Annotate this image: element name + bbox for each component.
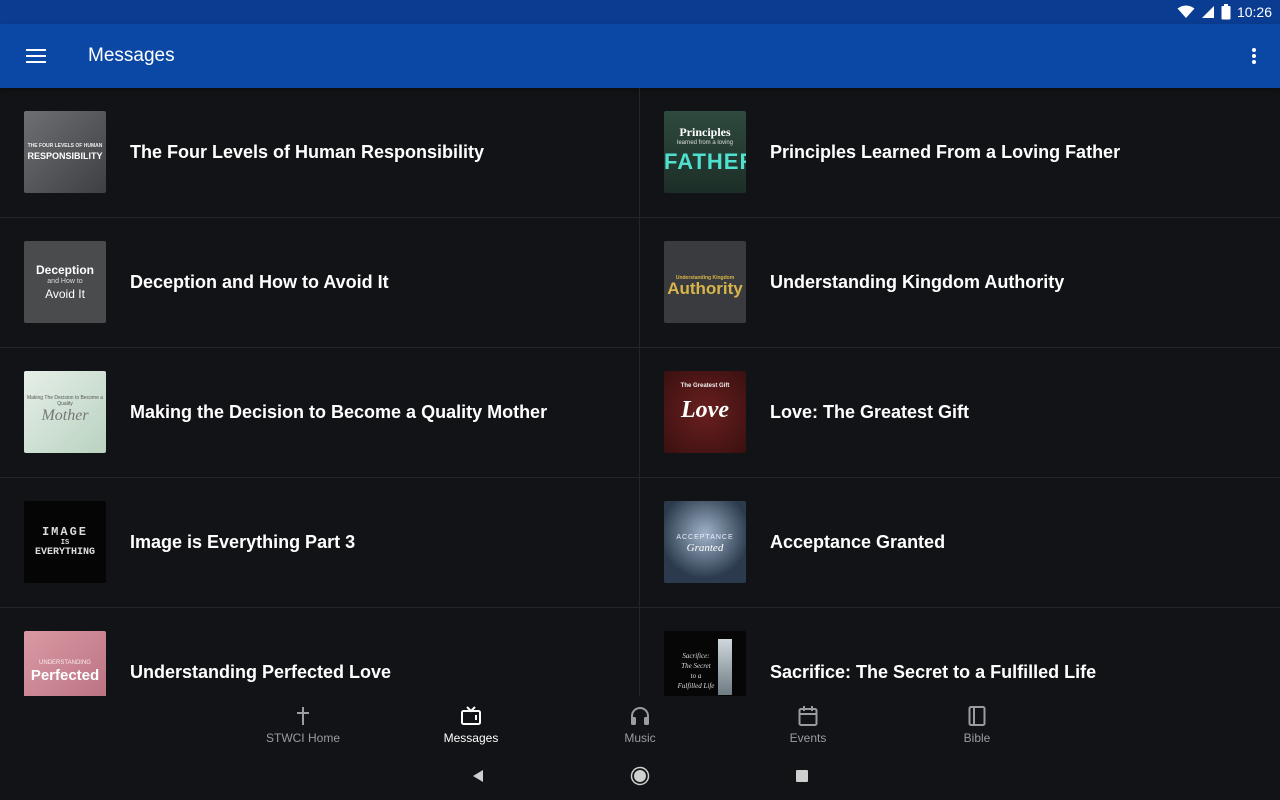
cross-icon bbox=[291, 704, 315, 728]
nav-item-music[interactable]: Music bbox=[575, 696, 705, 752]
message-title: Making the Decision to Become a Quality … bbox=[130, 402, 548, 422]
headphones-icon bbox=[628, 704, 652, 728]
message-title: Deception and How to Avoid It bbox=[130, 272, 389, 292]
nav-item-events[interactable]: Events bbox=[743, 696, 873, 752]
hamburger-menu-icon[interactable] bbox=[16, 36, 56, 76]
messages-list[interactable]: THE FOUR LEVELS OF HUMAN RESPONSIBILITY … bbox=[0, 88, 1280, 696]
message-thumbnail: Deception and How to Avoid It bbox=[24, 241, 106, 323]
message-item[interactable]: IMAGE IS EVERYTHING Image is Everything … bbox=[0, 478, 640, 608]
signal-icon bbox=[1201, 5, 1215, 19]
thumbnail-text: EVERYTHING bbox=[34, 547, 95, 558]
message-thumbnail: Sacrifice: The Secret to a Fulfilled Lif… bbox=[664, 631, 746, 696]
recents-icon[interactable] bbox=[790, 764, 814, 788]
wifi-icon bbox=[1177, 5, 1195, 19]
thumbnail-text: The Greatest Gift bbox=[680, 383, 730, 389]
thumbnail-text: learned from a loving bbox=[676, 140, 734, 146]
message-item[interactable]: THE FOUR LEVELS OF HUMAN RESPONSIBILITY … bbox=[0, 88, 640, 218]
message-thumbnail: ACCEPTANCE Granted bbox=[664, 501, 746, 583]
tv-icon bbox=[459, 704, 483, 728]
message-item[interactable]: UNDERSTANDING Perfected Understanding Pe… bbox=[0, 608, 640, 696]
message-item[interactable]: Understanding Kingdom Authority Understa… bbox=[640, 218, 1280, 348]
thumbnail-text: Love bbox=[681, 397, 729, 423]
thumbnail-text: Making The Decision to Become a Quality bbox=[26, 395, 104, 407]
thumbnail-text: FATHER bbox=[664, 149, 746, 174]
message-title: The Four Levels of Human Responsibility bbox=[130, 142, 485, 162]
thumbnail-text: Deception bbox=[35, 263, 94, 277]
message-title: Acceptance Granted bbox=[770, 532, 946, 552]
thumbnail-text: and How to bbox=[47, 278, 83, 285]
thumbnail-text: Avoid It bbox=[45, 287, 85, 301]
book-icon bbox=[965, 704, 989, 728]
message-item[interactable]: Sacrifice: The Secret to a Fulfilled Lif… bbox=[640, 608, 1280, 696]
message-item[interactable]: Principles learned from a loving FATHER … bbox=[640, 88, 1280, 218]
message-thumbnail: THE FOUR LEVELS OF HUMAN RESPONSIBILITY bbox=[24, 111, 106, 193]
nav-label: STWCI Home bbox=[265, 731, 340, 745]
message-item[interactable]: ACCEPTANCE Granted Acceptance Granted bbox=[640, 478, 1280, 608]
message-thumbnail: Understanding Kingdom Authority bbox=[664, 241, 746, 323]
thumbnail-text: Sacrifice: bbox=[682, 652, 710, 660]
message-thumbnail: IMAGE IS EVERYTHING bbox=[24, 501, 106, 583]
thumbnail-text: The Secret bbox=[681, 662, 711, 670]
more-vert-icon[interactable] bbox=[1242, 36, 1266, 76]
message-title: Image is Everything Part 3 bbox=[130, 532, 356, 552]
thumbnail-text: Perfected bbox=[30, 667, 100, 684]
thumbnail-text: Mother bbox=[41, 407, 89, 424]
thumbnail-text: ACCEPTANCE bbox=[676, 534, 734, 541]
message-thumbnail: The Greatest Gift Love bbox=[664, 371, 746, 453]
thumbnail-text: THE FOUR LEVELS OF HUMAN bbox=[27, 143, 103, 149]
nav-item-messages[interactable]: Messages bbox=[406, 696, 536, 752]
back-icon[interactable] bbox=[466, 764, 490, 788]
nav-label: Bible bbox=[963, 731, 991, 745]
message-item[interactable]: Deception and How to Avoid It Deception … bbox=[0, 218, 640, 348]
message-title: Principles Learned From a Loving Father bbox=[770, 142, 1121, 162]
page-title: Messages bbox=[88, 45, 175, 66]
message-title: Understanding Kingdom Authority bbox=[770, 272, 1065, 292]
thumbnail-text: IMAGE bbox=[41, 525, 88, 539]
message-title: Sacrifice: The Secret to a Fulfilled Lif… bbox=[770, 662, 1097, 682]
thumbnail-text: to a bbox=[690, 672, 702, 680]
thumbnail-text: Authority bbox=[667, 279, 743, 298]
clock: 10:26 bbox=[1236, 4, 1272, 20]
app-bar: Messages bbox=[0, 24, 1280, 88]
system-navigation-bar bbox=[0, 752, 1280, 800]
message-thumbnail: UNDERSTANDING Perfected bbox=[24, 631, 106, 696]
nav-label: Music bbox=[624, 731, 656, 745]
nav-item-bible[interactable]: Bible bbox=[912, 696, 1042, 752]
nav-item-stwci-home[interactable]: STWCI Home bbox=[238, 696, 368, 752]
message-thumbnail: Making The Decision to Become a Quality … bbox=[24, 371, 106, 453]
message-title: Understanding Perfected Love bbox=[130, 662, 392, 682]
thumbnail-text: RESPONSIBILITY bbox=[27, 151, 103, 161]
thumbnail-text: Fulfilled Life bbox=[677, 682, 715, 690]
message-item[interactable]: The Greatest Gift Love Love: The Greates… bbox=[640, 348, 1280, 478]
status-bar: 10:26 bbox=[0, 0, 1280, 24]
thumbnail-text: Granted bbox=[686, 542, 724, 554]
nav-label: Events bbox=[789, 731, 827, 745]
message-item[interactable]: Making The Decision to Become a Quality … bbox=[0, 348, 640, 478]
thumbnail-text: IS bbox=[60, 539, 70, 547]
bottom-navigation: STWCI Home Messages Music Events Bible bbox=[0, 696, 1280, 752]
battery-icon bbox=[1221, 4, 1231, 20]
calendar-icon bbox=[796, 704, 820, 728]
message-thumbnail: Principles learned from a loving FATHER bbox=[664, 111, 746, 193]
message-title: Love: The Greatest Gift bbox=[770, 402, 970, 422]
thumbnail-text: Principles bbox=[679, 125, 731, 139]
home-icon[interactable] bbox=[628, 764, 652, 788]
thumbnail-text: UNDERSTANDING bbox=[39, 660, 91, 666]
status-icons: 10:26 bbox=[1177, 0, 1272, 24]
nav-label: Messages bbox=[443, 731, 499, 745]
